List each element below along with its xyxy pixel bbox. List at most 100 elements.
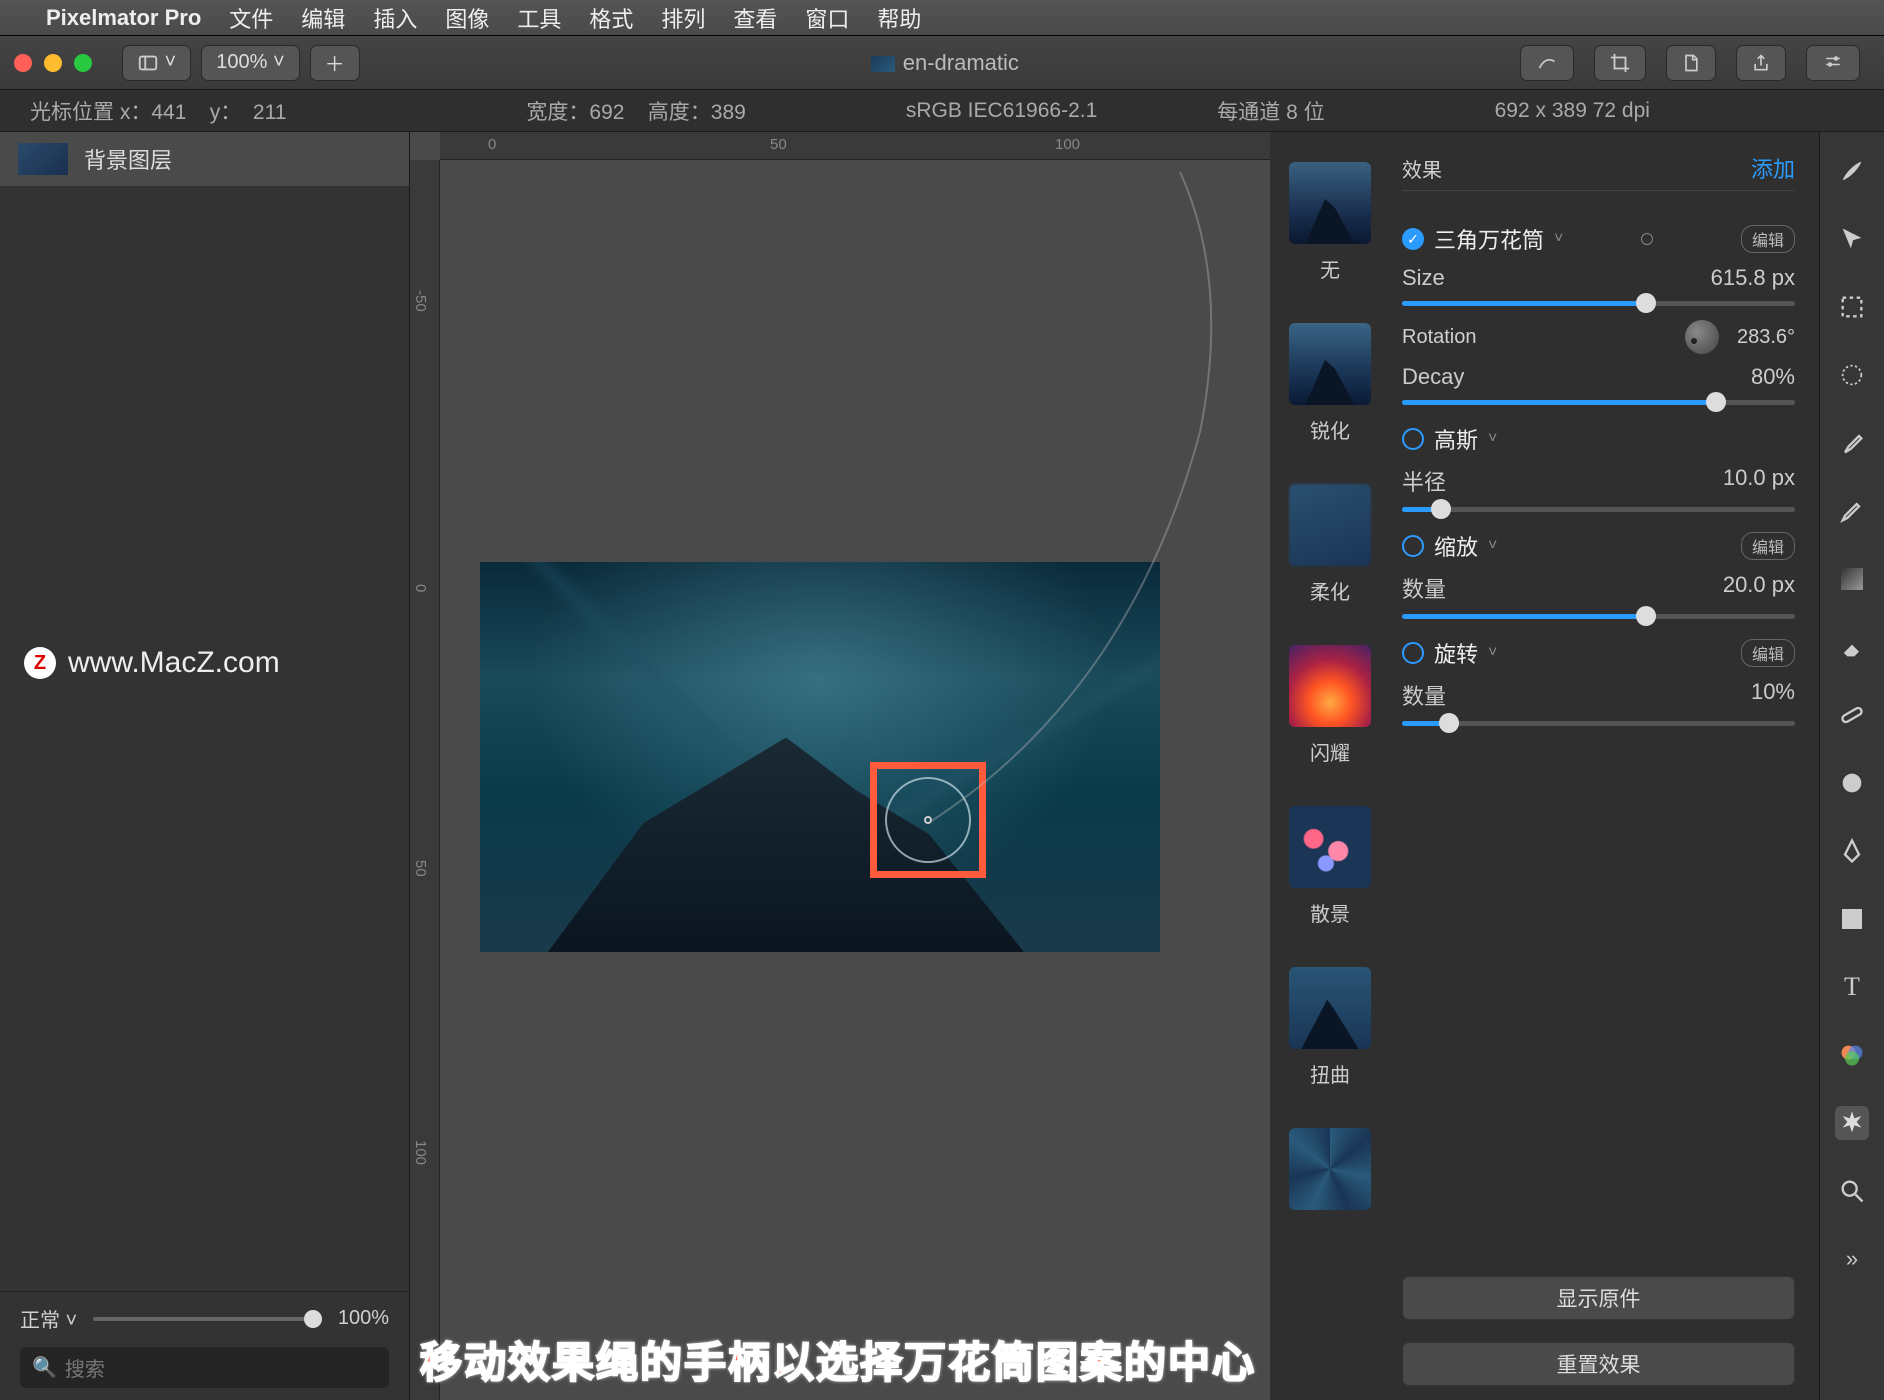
color-picker-button[interactable] [1520, 45, 1574, 81]
cursor-x: 441 [151, 101, 186, 124]
smudge-icon[interactable] [1835, 766, 1869, 800]
preset-flare[interactable]: 闪耀 [1289, 645, 1371, 766]
ruler-vertical: -50 0 50 100 150 [410, 160, 440, 1400]
effect-handle-highlight [870, 762, 986, 878]
preset-bokeh[interactable]: 散景 [1289, 806, 1371, 927]
chevron-down-icon[interactable]: ˅ [1488, 537, 1497, 555]
param-value: 20.0 px [1723, 572, 1795, 604]
effect-toggle[interactable] [1402, 642, 1424, 664]
rotation-dial[interactable] [1685, 320, 1719, 354]
brush-tool-icon[interactable] [1835, 154, 1869, 188]
blend-mode-dropdown[interactable]: 正常 ˅ [20, 1304, 77, 1333]
effect-name[interactable]: 旋转 [1434, 637, 1478, 669]
layer-name: 背景图层 [84, 143, 172, 175]
effect-toggle[interactable]: ✓ [1402, 228, 1424, 250]
menu-file[interactable]: 文件 [229, 2, 273, 34]
window-toolbar: ˅ 100% ˅ ＋ en-dramatic [0, 36, 1884, 90]
gradient-icon[interactable] [1835, 562, 1869, 596]
layer-item-background[interactable]: 背景图层 [0, 132, 409, 186]
zoom-tool-icon[interactable] [1835, 1174, 1869, 1208]
text-tool-icon[interactable]: T [1835, 970, 1869, 1004]
layer-thumbnail [18, 143, 68, 175]
chevron-down-icon[interactable]: ˅ [1488, 430, 1497, 448]
param-label: 半径 [1402, 465, 1446, 497]
zoom-dropdown[interactable]: 100% ˅ [201, 45, 299, 81]
canvas-area[interactable]: 0 50 100 -50 0 50 100 150 [410, 132, 1270, 1400]
tool-strip: T » [1820, 132, 1884, 1400]
fullscreen-icon[interactable] [74, 54, 92, 72]
preset-kaleidoscope[interactable] [1289, 1128, 1371, 1210]
crop-button[interactable] [1594, 45, 1646, 81]
param-slider[interactable] [1402, 301, 1795, 306]
edit-effect-button[interactable]: 编辑 [1741, 225, 1795, 253]
more-tools-icon[interactable]: » [1835, 1242, 1869, 1276]
settings-button[interactable] [1806, 45, 1860, 81]
param-value: 10.0 px [1723, 465, 1795, 497]
effects-panel: 效果 添加 ✓三角万花筒 ˅编辑Size615.8 pxRotation283.… [1390, 132, 1820, 1400]
menu-arrange[interactable]: 排列 [661, 2, 705, 34]
effect-visibility-dot[interactable] [1641, 233, 1653, 245]
param-label: Decay [1402, 364, 1464, 390]
param-slider[interactable] [1402, 614, 1795, 619]
show-original-button[interactable]: 显示原件 [1402, 1276, 1795, 1320]
effect-toggle[interactable] [1402, 428, 1424, 450]
add-effect-button[interactable]: 添加 [1751, 152, 1795, 184]
pen-tool-icon[interactable] [1835, 834, 1869, 868]
magic-wand-icon[interactable] [1835, 358, 1869, 392]
eraser-icon[interactable] [1835, 630, 1869, 664]
system-menubar: Pixelmator Pro 文件 编辑 插入 图像 工具 格式 排列 查看 窗… [0, 0, 1884, 36]
close-icon[interactable] [14, 54, 32, 72]
minimize-icon[interactable] [44, 54, 62, 72]
menu-edit[interactable]: 编辑 [301, 2, 345, 34]
param-label: 数量 [1402, 572, 1446, 604]
menu-help[interactable]: 帮助 [877, 2, 921, 34]
param-value: 615.8 px [1711, 265, 1795, 291]
search-icon: 🔍 [32, 1355, 57, 1380]
menu-format[interactable]: 格式 [589, 2, 633, 34]
paint-brush-icon[interactable] [1835, 494, 1869, 528]
opacity-slider[interactable] [93, 1317, 322, 1321]
param-slider[interactable] [1402, 721, 1795, 726]
window-controls [14, 54, 92, 72]
menu-tools[interactable]: 工具 [517, 2, 561, 34]
preset-twist[interactable]: 扭曲 [1289, 967, 1371, 1088]
preset-sharpen[interactable]: 锐化 [1289, 323, 1371, 444]
layer-search-input[interactable]: 🔍 搜索 [20, 1347, 389, 1388]
add-button[interactable]: ＋ [310, 45, 360, 81]
share-button[interactable] [1736, 45, 1786, 81]
effects-tool-icon[interactable] [1835, 1106, 1869, 1140]
effect-toggle[interactable] [1402, 535, 1424, 557]
color-adjust-icon[interactable] [1835, 1038, 1869, 1072]
effect-name[interactable]: 三角万花筒 [1434, 223, 1544, 255]
bandage-icon[interactable] [1835, 698, 1869, 732]
menu-image[interactable]: 图像 [445, 2, 489, 34]
eyedropper-icon[interactable] [1835, 426, 1869, 460]
new-doc-button[interactable] [1666, 45, 1716, 81]
reset-effects-button[interactable]: 重置效果 [1402, 1342, 1795, 1386]
effect-name[interactable]: 高斯 [1434, 423, 1478, 455]
menu-window[interactable]: 窗口 [805, 2, 849, 34]
watermark-icon: Z [24, 647, 56, 679]
opacity-value: 100% [338, 1307, 389, 1330]
annotation-text: 移动效果绳的手柄以选择万花筒图案的中心 [420, 1329, 1256, 1390]
sidebar-toggle-button[interactable]: ˅ [122, 45, 191, 81]
menu-view[interactable]: 查看 [733, 2, 777, 34]
preset-none[interactable]: 无 [1289, 162, 1371, 283]
effects-title: 效果 [1402, 154, 1442, 183]
document-canvas[interactable] [480, 562, 1160, 952]
effect-handle[interactable] [885, 777, 971, 863]
param-slider[interactable] [1402, 507, 1795, 512]
edit-effect-button[interactable]: 编辑 [1741, 639, 1795, 667]
shape-tool-icon[interactable] [1835, 902, 1869, 936]
preset-soften[interactable]: 柔化 [1289, 484, 1371, 605]
app-name[interactable]: Pixelmator Pro [46, 5, 201, 31]
chevron-down-icon[interactable]: ˅ [1488, 644, 1497, 662]
marquee-tool-icon[interactable] [1835, 290, 1869, 324]
edit-effect-button[interactable]: 编辑 [1741, 532, 1795, 560]
param-slider[interactable] [1402, 400, 1795, 405]
menu-insert[interactable]: 插入 [373, 2, 417, 34]
chevron-down-icon[interactable]: ˅ [1554, 230, 1563, 248]
effect-name[interactable]: 缩放 [1434, 530, 1478, 562]
arrow-tool-icon[interactable] [1835, 222, 1869, 256]
layers-panel: 背景图层 Z www.MacZ.com 正常 ˅ 100% 🔍 搜索 [0, 132, 410, 1400]
